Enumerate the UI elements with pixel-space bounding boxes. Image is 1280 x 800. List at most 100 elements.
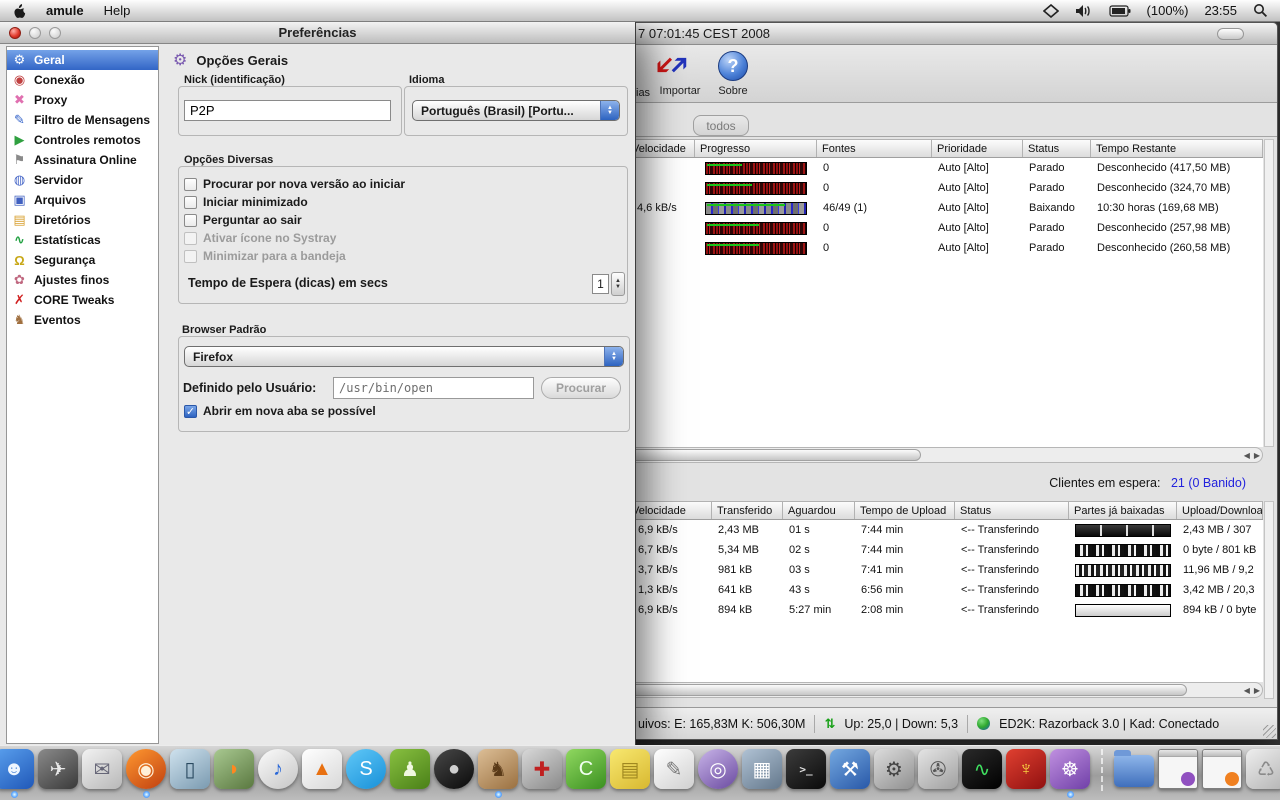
amule-donkey-icon[interactable]: ♞ bbox=[478, 749, 518, 789]
checkbox-row[interactable]: Iniciar minimizado bbox=[184, 193, 405, 211]
mail-icon[interactable]: ✉ bbox=[82, 749, 122, 789]
stickies-icon[interactable]: ▤ bbox=[610, 749, 650, 789]
documents-folder-icon[interactable] bbox=[1114, 749, 1154, 789]
xcode-icon[interactable]: ⚒ bbox=[830, 749, 870, 789]
sidebar-item-seguran-a[interactable]: ΩSegurança bbox=[7, 250, 158, 270]
scroll-arrows[interactable]: ◀▶ bbox=[1244, 448, 1260, 462]
checkbox-row[interactable]: Minimizar para a bandeja bbox=[184, 247, 405, 265]
downloads-hscrollbar[interactable]: ◀▶ bbox=[627, 447, 1263, 463]
system-preferences-icon[interactable]: ⚙ bbox=[874, 749, 914, 789]
uploads-col-header[interactable]: Status bbox=[955, 502, 1069, 519]
custom-browser-input[interactable] bbox=[333, 377, 534, 399]
checkbox-row[interactable]: Procurar por nova versão ao iniciar bbox=[184, 175, 405, 193]
checkbox-icon[interactable] bbox=[184, 250, 197, 263]
tooltip-delay-value[interactable]: 1 bbox=[592, 274, 609, 294]
sidebar-item-estat-sticas[interactable]: ∿Estatísticas bbox=[7, 230, 158, 250]
sidebar-item-servidor[interactable]: ◍Servidor bbox=[7, 170, 158, 190]
menu-clock[interactable]: 23:55 bbox=[1204, 3, 1237, 18]
tooltip-delay-stepper[interactable]: ▲▼ bbox=[611, 272, 625, 296]
downloads-col-header[interactable]: Status bbox=[1023, 140, 1091, 157]
terminal-icon[interactable]: >_ bbox=[786, 749, 826, 789]
browser-popup[interactable]: Firefox ▲▼ bbox=[184, 346, 624, 367]
checkbox-checked-icon[interactable]: ✓ bbox=[184, 405, 197, 418]
download-row[interactable]: 0Auto [Alto]ParadoDesconhecido (257,98 M… bbox=[627, 218, 1263, 238]
checkbox-icon[interactable] bbox=[184, 232, 197, 245]
devil-app-icon[interactable]: ♆ bbox=[1006, 749, 1046, 789]
downloads-col-header[interactable]: Prioridade bbox=[932, 140, 1023, 157]
upload-row[interactable]: 3,7 kB/s981 kB03 s7:41 min<-- Transferin… bbox=[627, 560, 1263, 580]
uploads-vscrollbar[interactable] bbox=[1264, 501, 1274, 699]
battery-icon[interactable] bbox=[1109, 5, 1131, 17]
minimized-window-firefox[interactable] bbox=[1202, 749, 1242, 789]
vlc-icon[interactable]: ▲ bbox=[302, 749, 342, 789]
uploads-header-row[interactable]: VelocidadeTransferidoAguardouTempo de Up… bbox=[627, 501, 1263, 520]
uploads-col-header[interactable]: Tempo de Upload bbox=[855, 502, 955, 519]
download-row[interactable]: 0Auto [Alto]ParadoDesconhecido (324,70 M… bbox=[627, 178, 1263, 198]
upload-row[interactable]: 6,7 kB/s5,34 MB02 s7:44 min<-- Transferi… bbox=[627, 540, 1263, 560]
uploads-list[interactable]: 6,9 kB/s2,43 MB01 s7:44 min<-- Transferi… bbox=[627, 520, 1263, 682]
sidebar-item-diret-rios[interactable]: ▤Diretórios bbox=[7, 210, 158, 230]
spotlight-icon[interactable] bbox=[1253, 3, 1268, 18]
fish-app-icon[interactable]: ● bbox=[434, 749, 474, 789]
sidebar-item-conex-o[interactable]: ◉Conexão bbox=[7, 70, 158, 90]
octopus-app-icon[interactable]: ☸ bbox=[1050, 749, 1090, 789]
sidebar-item-eventos[interactable]: ♞Eventos bbox=[7, 310, 158, 330]
mobile-device-icon[interactable]: ▯ bbox=[170, 749, 210, 789]
grid-app-icon[interactable]: ▦ bbox=[742, 749, 782, 789]
textedit-icon[interactable]: ✎ bbox=[654, 749, 694, 789]
download-row[interactable]: 4,6 kB/s46/49 (1)Auto [Alto]Baixando10:3… bbox=[627, 198, 1263, 218]
sidebar-item-assinatura-online[interactable]: ⚑Assinatura Online bbox=[7, 150, 158, 170]
downloads-header-row[interactable]: VelocidadeProgressoFontesPrioridadeStatu… bbox=[627, 139, 1263, 158]
rss-reader-icon[interactable]: ◗ bbox=[214, 749, 254, 789]
sidebar-item-proxy[interactable]: ✖Proxy bbox=[7, 90, 158, 110]
checkbox-row[interactable]: Ativar ícone no Systray bbox=[184, 229, 405, 247]
sidebar-item-ajustes-finos[interactable]: ✿Ajustes finos bbox=[7, 270, 158, 290]
scroll-thumb[interactable] bbox=[629, 684, 1187, 696]
scroll-thumb[interactable] bbox=[629, 449, 921, 461]
open-new-tab-row[interactable]: ✓ Abrir em nova aba se possível bbox=[184, 404, 376, 418]
tab-todos[interactable]: todos bbox=[693, 115, 749, 136]
app-menu-amule[interactable]: amule bbox=[46, 3, 84, 18]
uploads-col-header[interactable]: Velocidade bbox=[627, 502, 712, 519]
download-row[interactable]: 0Auto [Alto]ParadoDesconhecido (417,50 M… bbox=[627, 158, 1263, 178]
sidebar-item-core-tweaks[interactable]: ✗CORE Tweaks bbox=[7, 290, 158, 310]
keychain-icon[interactable]: ✇ bbox=[918, 749, 958, 789]
checkbox-icon[interactable] bbox=[184, 196, 197, 209]
uploads-hscrollbar[interactable]: ◀▶ bbox=[627, 682, 1263, 698]
airport-icon[interactable] bbox=[1043, 4, 1059, 18]
toolbar-toggle-lozenge[interactable] bbox=[1217, 28, 1244, 40]
quicksilver-icon[interactable]: ✈ bbox=[38, 749, 78, 789]
uploads-col-header[interactable]: Transferido bbox=[712, 502, 783, 519]
skype-icon[interactable]: S bbox=[346, 749, 386, 789]
adium-duck-icon[interactable]: ♟ bbox=[390, 749, 430, 789]
porthole-app-icon[interactable]: ◎ bbox=[698, 749, 738, 789]
checkbox-icon[interactable] bbox=[184, 214, 197, 227]
uploads-col-header[interactable]: Aguardou bbox=[783, 502, 855, 519]
sidebar-item-geral[interactable]: ⚙Geral bbox=[7, 50, 158, 70]
download-row[interactable]: 0Auto [Alto]ParadoDesconhecido (260,58 M… bbox=[627, 238, 1263, 258]
sidebar-item-controles-remotos[interactable]: ▶Controles remotos bbox=[7, 130, 158, 150]
checkbox-icon[interactable] bbox=[184, 178, 197, 191]
uploads-col-header[interactable]: Upload/Download bbox=[1177, 502, 1263, 519]
upload-row[interactable]: 6,9 kB/s894 kB5:27 min2:08 min<-- Transf… bbox=[627, 600, 1263, 620]
downloads-vscrollbar[interactable] bbox=[1264, 139, 1274, 447]
sidebar-item-filtro-de-mensagens[interactable]: ✎Filtro de Mensagens bbox=[7, 110, 158, 130]
uploads-col-header[interactable]: Partes já baixadas bbox=[1069, 502, 1177, 519]
finder-icon[interactable]: ☻ bbox=[0, 749, 34, 789]
nick-input[interactable] bbox=[184, 100, 391, 121]
resize-grip[interactable] bbox=[1263, 725, 1276, 738]
preferences-titlebar[interactable]: Preferências bbox=[0, 22, 635, 44]
transmission-lever-icon[interactable]: ✚ bbox=[522, 749, 562, 789]
apple-menu-icon[interactable] bbox=[12, 3, 26, 19]
trash-icon[interactable]: ♺ bbox=[1246, 749, 1280, 789]
browse-button[interactable]: Procurar bbox=[541, 377, 621, 399]
scroll-arrows[interactable]: ◀▶ bbox=[1244, 683, 1260, 697]
about-button[interactable]: ? Sobre bbox=[699, 49, 767, 97]
checkbox-row[interactable]: Perguntar ao sair bbox=[184, 211, 405, 229]
coteditor-icon[interactable]: C bbox=[566, 749, 606, 789]
downloads-col-header[interactable]: Fontes bbox=[817, 140, 932, 157]
menu-help[interactable]: Help bbox=[104, 3, 131, 18]
minimized-window-octopus[interactable] bbox=[1158, 749, 1198, 789]
upload-row[interactable]: 1,3 kB/s641 kB43 s6:56 min<-- Transferin… bbox=[627, 580, 1263, 600]
firefox-icon[interactable]: ◉ bbox=[126, 749, 166, 789]
